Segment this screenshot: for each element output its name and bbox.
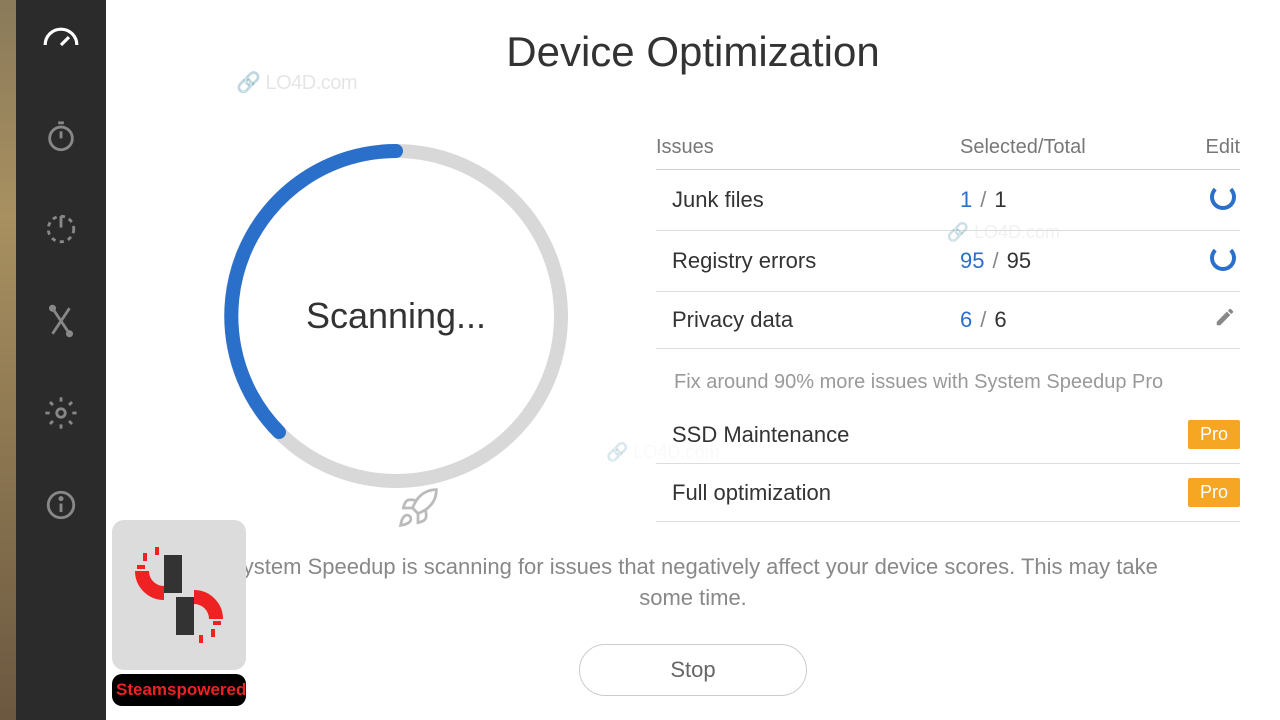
logo-icon bbox=[112, 520, 246, 670]
pro-badge: Pro bbox=[1188, 420, 1240, 449]
promo-text: Fix around 90% more issues with System S… bbox=[656, 349, 1240, 406]
row-counts: 95/95 bbox=[960, 248, 1160, 274]
sidebar-item-timer[interactable] bbox=[41, 117, 81, 157]
row-counts: 6/6 bbox=[960, 307, 1160, 333]
stop-button[interactable]: Stop bbox=[579, 644, 806, 696]
sidebar-item-settings[interactable] bbox=[41, 393, 81, 433]
scan-progress-ring: Scanning... bbox=[216, 136, 576, 496]
pro-badge: Pro bbox=[1188, 478, 1240, 507]
watermark: 🔗 LO4D.com bbox=[947, 222, 1060, 243]
watermark: 🔗 LO4D.com bbox=[236, 70, 357, 95]
main-content: Device Optimization 🔗 LO4D.com 🔗 LO4D.co… bbox=[106, 0, 1280, 720]
spinner-icon bbox=[1160, 184, 1240, 216]
status-text: System Speedup is scanning for issues th… bbox=[146, 552, 1240, 614]
sidebar-item-dashboard[interactable] bbox=[41, 25, 81, 65]
sidebar-item-tools[interactable] bbox=[41, 301, 81, 341]
logo-label: Steamspowered bbox=[112, 674, 246, 706]
table-row[interactable]: Privacy data 6/6 bbox=[656, 292, 1240, 349]
row-label: Privacy data bbox=[672, 307, 960, 333]
header-edit: Edit bbox=[1160, 136, 1240, 159]
sidebar-item-info[interactable] bbox=[41, 485, 81, 525]
page-title: Device Optimization bbox=[146, 28, 1240, 76]
spinner-icon bbox=[1160, 245, 1240, 277]
pencil-icon[interactable] bbox=[1160, 306, 1240, 334]
table-header: Issues Selected/Total Edit bbox=[656, 136, 1240, 170]
logo-card: Steamspowered bbox=[112, 520, 246, 706]
header-selected: Selected/Total bbox=[960, 136, 1160, 159]
header-issues: Issues bbox=[656, 136, 960, 159]
background-strip bbox=[0, 0, 16, 720]
pro-row[interactable]: Full optimization Pro bbox=[656, 464, 1240, 522]
pro-row-label: Full optimization bbox=[672, 480, 1188, 506]
sidebar-item-power[interactable] bbox=[41, 209, 81, 249]
pro-row-label: SSD Maintenance bbox=[672, 422, 1188, 448]
issues-panel: Issues Selected/Total Edit Junk files 1/… bbox=[646, 136, 1240, 522]
pro-row[interactable]: SSD Maintenance Pro bbox=[656, 406, 1240, 464]
sidebar bbox=[16, 0, 106, 720]
row-counts: 1/1 bbox=[960, 187, 1160, 213]
row-label: Registry errors bbox=[672, 248, 960, 274]
scan-status-text: Scanning... bbox=[306, 295, 486, 337]
scan-panel: Scanning... bbox=[146, 136, 646, 522]
row-label: Junk files bbox=[672, 187, 960, 213]
